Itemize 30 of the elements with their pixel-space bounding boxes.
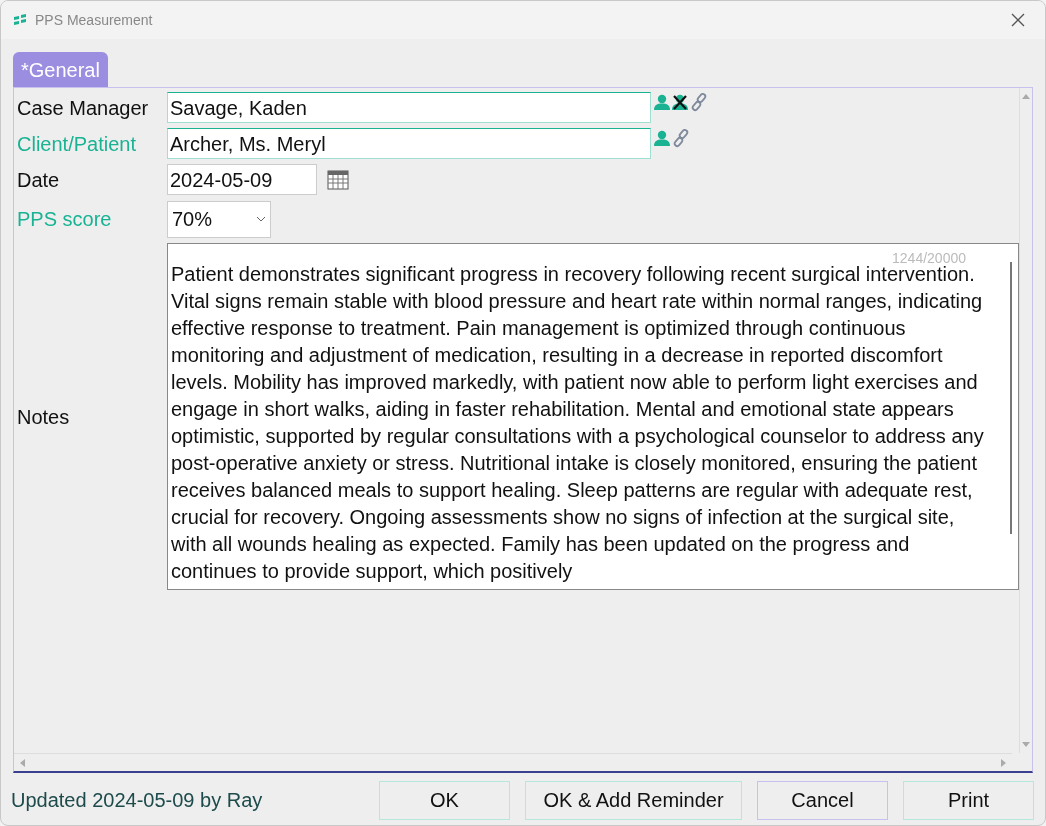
- chevron-down-icon: [256, 216, 266, 222]
- character-counter: 1244/20000: [892, 249, 966, 266]
- field-label: Notes: [17, 404, 71, 430]
- dialog-button[interactable]: Cancel: [757, 780, 888, 820]
- person-icon[interactable]: [653, 129, 671, 147]
- update-info: Updated 2024-05-09 by Ray: [11, 788, 263, 813]
- dialog-button[interactable]: OK & Add Reminder: [525, 780, 742, 820]
- person-field[interactable]: Archer, Ms. Meryl: [167, 128, 651, 159]
- vertical-scrollbar[interactable]: [1019, 88, 1032, 753]
- field-label: Client/Patient: [17, 131, 137, 157]
- dialog-button[interactable]: OK: [379, 780, 510, 820]
- calendar-icon[interactable]: [327, 169, 349, 190]
- person-field[interactable]: Savage, Kaden: [167, 92, 651, 123]
- field-label: Case Manager: [17, 95, 150, 121]
- score-dropdown[interactable]: 70%: [167, 200, 271, 238]
- scrollbar-thumb[interactable]: [1010, 262, 1012, 534]
- field-label: PPS score: [17, 207, 113, 232]
- scroll-up-icon[interactable]: [1021, 92, 1031, 100]
- app-logo-icon: [13, 14, 27, 26]
- notes-text: Patient demonstrates significant progress in recovery following recent surgical intervention. Vital signs remain stable with blood pressure and heart rate within normal ranges, indicating effective response to treatment. Pain management is optimized through continuous monitoring and adjustment of medication, resulting in a decrease in reported discomfort levels. Mobility has improved markedly, with patient now able to perform light exercises and engage in short walks, aiding in faster rehabilitation. Mental and emotional state appears optimistic, supported by regular consultations with a psychological counselor to address any post-operative anxiety or stress. Nutritional intake is closely monitored, ensuring the patient receives balanced meals to support healing. Sleep patterns are regular with adequate rest, crucial for recovery. Ongoing assessments show no signs of infection at the surgical site, with all wounds healing as expected. Family has been updated on the progress and continues to provide support, which positively: [171, 263, 985, 584]
- close-icon[interactable]: [1011, 13, 1025, 27]
- date-field[interactable]: 2024-05-09: [167, 164, 317, 195]
- dialog-button[interactable]: Print: [903, 780, 1034, 820]
- link-icon[interactable]: [671, 128, 691, 148]
- scroll-right-icon[interactable]: [1000, 757, 1008, 768]
- field-label: Date: [17, 167, 61, 193]
- clear-person-icon[interactable]: [671, 93, 689, 111]
- scroll-left-icon[interactable]: [18, 757, 26, 768]
- window-title: PPS Measurement: [35, 10, 153, 30]
- scroll-down-icon[interactable]: [1021, 741, 1031, 749]
